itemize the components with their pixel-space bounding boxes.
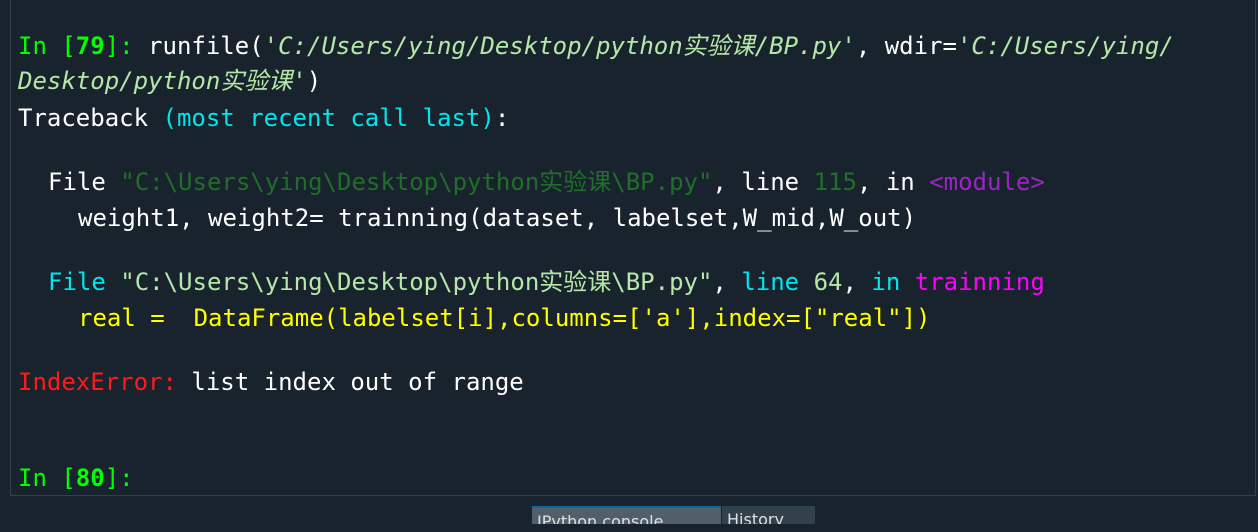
error-message: list index out of range — [176, 368, 524, 396]
frame-line-label: line — [741, 168, 814, 196]
frame-line-number: 115 — [813, 168, 857, 196]
frame-in-label: in — [885, 168, 930, 196]
frame-line-number: 64 — [813, 268, 843, 296]
frame-comma: , — [712, 168, 742, 196]
tab-ipython-console[interactable]: IPython console — [532, 506, 721, 524]
frame-source-line: weight1, weight2= trainning(dataset, lab… — [78, 204, 917, 232]
frame-source-line: real = DataFrame(labelset[i],columns=['a… — [78, 304, 931, 332]
prompt-label: In [ — [18, 32, 76, 60]
traceback-frame-1: File "C:\Users\ying\Desktop\python实验课\BP… — [48, 164, 1045, 200]
ipython-console-output[interactable]: In [79]: runfile('C:/Users/ying/Desktop/… — [10, 0, 1256, 496]
code-close-paren: ) — [306, 67, 322, 95]
prompt-close: ]: — [104, 32, 134, 60]
input-prompt-79-wrap: Desktop/python实验课') — [18, 63, 321, 99]
input-prompt-79: In [79]: runfile('C:/Users/ying/Desktop/… — [18, 28, 1174, 64]
traceback-subtitle: (most recent call last) — [162, 104, 495, 132]
frame-file-path: "C:\Users\ying\Desktop\python实验课\BP.py" — [120, 268, 713, 296]
code-function-call: runfile( — [133, 32, 264, 60]
traceback-header: Traceback (most recent call last): — [18, 100, 509, 136]
frame-comma: , — [712, 268, 742, 296]
frame-line-label: line — [741, 268, 814, 296]
error-type: IndexError: — [18, 368, 177, 396]
frame-function-name: trainning — [914, 268, 1045, 296]
frame-in-sep: , — [856, 168, 886, 196]
code-wdir-string: 'C:/Users/ying/ — [956, 32, 1174, 60]
code-path-string: 'C:/Users/ying/Desktop/python实验课/BP.py' — [263, 32, 856, 60]
tab-history[interactable]: History — [722, 506, 815, 524]
pane-tab-bar: IPython console History — [0, 496, 1258, 524]
frame-file-label: File — [48, 268, 121, 296]
traceback-frame-2-source: real = DataFrame(labelset[i],columns=['a… — [78, 300, 931, 336]
traceback-frame-2: File "C:\Users\ying\Desktop\python实验课\BP… — [48, 264, 1045, 300]
frame-file-path: "C:\Users\ying\Desktop\python实验课\BP.py" — [120, 168, 713, 196]
prompt-number: 80 — [75, 464, 105, 492]
frame-file-label: File — [48, 168, 121, 196]
frame-in-sep: , — [842, 268, 872, 296]
error-line: IndexError: list index out of range — [18, 364, 524, 400]
prompt-number: 79 — [75, 32, 105, 60]
traceback-frame-1-source: weight1, weight2= trainning(dataset, lab… — [78, 200, 916, 236]
prompt-close: ]: — [104, 464, 134, 492]
traceback-title: Traceback — [18, 104, 163, 132]
prompt-label: In [ — [18, 464, 76, 492]
frame-function-name: <module> — [929, 168, 1045, 196]
frame-in-label: in — [871, 268, 915, 296]
code-wdir-string-cont: Desktop/python实验课' — [18, 67, 307, 95]
traceback-colon: : — [494, 104, 510, 132]
input-prompt-80[interactable]: In [80]: — [18, 460, 134, 496]
code-wdir-arg: , wdir= — [855, 32, 957, 60]
